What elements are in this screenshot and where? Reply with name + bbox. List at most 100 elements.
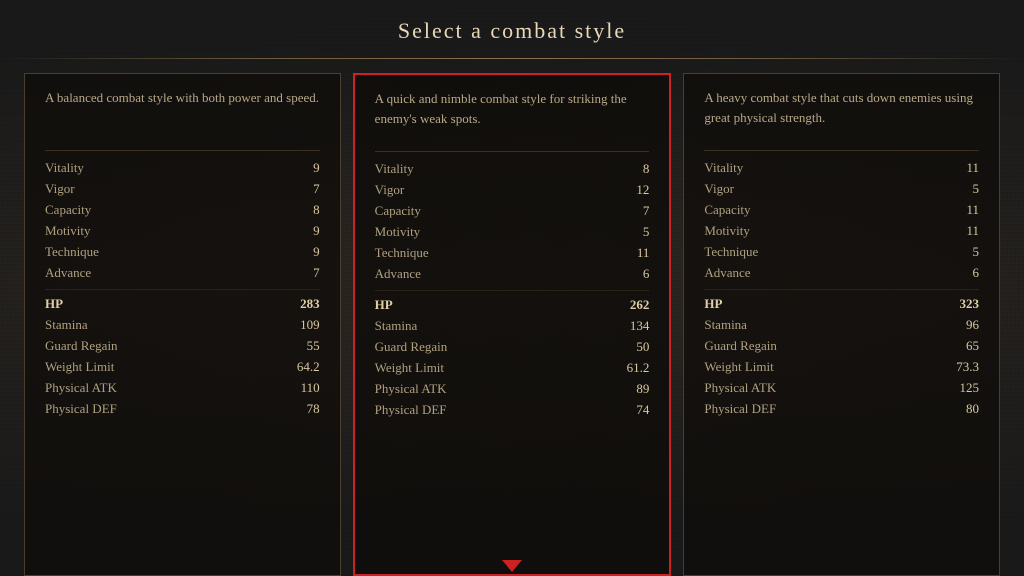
stat-value-vigor: 7 [313, 181, 320, 197]
stat-row-hp: HP 283 [45, 289, 320, 315]
stat-label-technique: Technique [45, 244, 99, 260]
cards-container: A balanced combat style with both power … [0, 73, 1024, 576]
stat-label-advance: Advance [375, 266, 421, 282]
stat-row-technique: Technique 5 [704, 241, 979, 262]
stat-label-physical-def: Physical DEF [375, 402, 447, 418]
stat-value-physical-def: 80 [966, 401, 979, 417]
card-heavy[interactable]: A heavy combat style that cuts down enem… [683, 73, 1000, 576]
stat-label-motivity: Motivity [704, 223, 750, 239]
stat-row-weight-limit: Weight Limit 64.2 [45, 357, 320, 378]
stat-value-vigor: 5 [973, 181, 980, 197]
card-balanced[interactable]: A balanced combat style with both power … [24, 73, 341, 576]
title-divider [0, 58, 1024, 59]
stat-label-technique: Technique [375, 245, 429, 261]
stat-value-weight-limit: 61.2 [627, 360, 650, 376]
stat-value-motivity: 9 [313, 223, 320, 239]
stat-row-guard-regain: Guard Regain 55 [45, 336, 320, 357]
card-nimble[interactable]: A quick and nimble combat style for stri… [353, 73, 672, 576]
stat-row-vigor: Vigor 12 [375, 179, 650, 200]
stat-value-physical-atk: 125 [960, 380, 980, 396]
stat-row-guard-regain: Guard Regain 50 [375, 337, 650, 358]
stat-row-stamina: Stamina 96 [704, 315, 979, 336]
page-title: Select a combat style [0, 0, 1024, 58]
stat-value-guard-regain: 50 [636, 339, 649, 355]
stat-row-advance: Advance 6 [375, 263, 650, 284]
stat-label-motivity: Motivity [45, 223, 91, 239]
card-nimble-description: A quick and nimble combat style for stri… [375, 89, 650, 141]
stat-label-guard-regain: Guard Regain [375, 339, 448, 355]
stat-label-physical-atk: Physical ATK [45, 380, 117, 396]
card-heavy-description: A heavy combat style that cuts down enem… [704, 88, 979, 140]
stat-label-weight-limit: Weight Limit [375, 360, 444, 376]
stat-value-technique: 11 [637, 245, 650, 261]
stat-value-technique: 9 [313, 244, 320, 260]
stat-row-technique: Technique 9 [45, 241, 320, 262]
stat-label-physical-def: Physical DEF [45, 401, 117, 417]
stat-label-stamina: Stamina [45, 317, 88, 333]
stat-label-guard-regain: Guard Regain [704, 338, 777, 354]
stat-row-motivity: Motivity 9 [45, 220, 320, 241]
stat-row-physical-def: Physical DEF 80 [704, 399, 979, 420]
stat-row-capacity: Capacity 11 [704, 199, 979, 220]
stat-row-hp: HP 323 [704, 289, 979, 315]
stat-value-stamina: 96 [966, 317, 979, 333]
stat-row-capacity: Capacity 8 [45, 199, 320, 220]
stat-label-vigor: Vigor [375, 182, 405, 198]
stat-label-stamina: Stamina [375, 318, 418, 334]
card-balanced-description: A balanced combat style with both power … [45, 88, 320, 140]
stat-row-technique: Technique 11 [375, 242, 650, 263]
card-balanced-stats: Vitality 9 Vigor 7 Capacity 8 Motivity 9… [45, 150, 320, 420]
stat-label-guard-regain: Guard Regain [45, 338, 118, 354]
stat-value-stamina: 109 [300, 317, 320, 333]
stat-value-advance: 7 [313, 265, 320, 281]
stat-label-stamina: Stamina [704, 317, 747, 333]
stat-row-capacity: Capacity 7 [375, 200, 650, 221]
stat-value-motivity: 5 [643, 224, 650, 240]
stat-label-technique: Technique [704, 244, 758, 260]
stat-row-physical-def: Physical DEF 78 [45, 399, 320, 420]
stat-row-stamina: Stamina 134 [375, 316, 650, 337]
stat-value-hp: 323 [960, 296, 980, 312]
stat-label-vigor: Vigor [704, 181, 734, 197]
stat-value-guard-regain: 55 [307, 338, 320, 354]
stat-label-weight-limit: Weight Limit [45, 359, 114, 375]
stat-label-capacity: Capacity [45, 202, 91, 218]
stat-value-capacity: 7 [643, 203, 650, 219]
stat-value-technique: 5 [973, 244, 980, 260]
stat-label-hp: HP [375, 297, 393, 313]
stat-label-capacity: Capacity [704, 202, 750, 218]
stat-row-physical-def: Physical DEF 74 [375, 400, 650, 421]
stat-value-hp: 283 [300, 296, 320, 312]
stat-row-physical-atk: Physical ATK 125 [704, 378, 979, 399]
stat-value-physical-def: 74 [636, 402, 649, 418]
stat-value-capacity: 8 [313, 202, 320, 218]
stat-label-motivity: Motivity [375, 224, 421, 240]
stat-value-weight-limit: 73.3 [956, 359, 979, 375]
stat-label-capacity: Capacity [375, 203, 421, 219]
stat-value-motivity: 11 [966, 223, 979, 239]
stat-value-physical-atk: 89 [636, 381, 649, 397]
stat-value-advance: 6 [643, 266, 650, 282]
stat-label-advance: Advance [704, 265, 750, 281]
stat-row-advance: Advance 7 [45, 262, 320, 283]
stat-label-advance: Advance [45, 265, 91, 281]
card-nimble-stats: Vitality 8 Vigor 12 Capacity 7 Motivity … [375, 151, 650, 421]
stat-row-motivity: Motivity 11 [704, 220, 979, 241]
stat-row-physical-atk: Physical ATK 89 [375, 379, 650, 400]
page-wrapper: Select a combat style A balanced combat … [0, 0, 1024, 576]
stat-value-vitality: 11 [966, 160, 979, 176]
stat-row-weight-limit: Weight Limit 73.3 [704, 357, 979, 378]
selected-indicator [502, 560, 522, 572]
stat-label-physical-def: Physical DEF [704, 401, 776, 417]
stat-value-vitality: 9 [313, 160, 320, 176]
stat-label-weight-limit: Weight Limit [704, 359, 773, 375]
stat-label-physical-atk: Physical ATK [704, 380, 776, 396]
stat-value-weight-limit: 64.2 [297, 359, 320, 375]
stat-row-vitality: Vitality 11 [704, 157, 979, 178]
stat-value-vigor: 12 [636, 182, 649, 198]
stat-label-vigor: Vigor [45, 181, 75, 197]
stat-value-guard-regain: 65 [966, 338, 979, 354]
stat-value-physical-def: 78 [307, 401, 320, 417]
stat-row-vigor: Vigor 7 [45, 178, 320, 199]
stat-row-vitality: Vitality 9 [45, 157, 320, 178]
